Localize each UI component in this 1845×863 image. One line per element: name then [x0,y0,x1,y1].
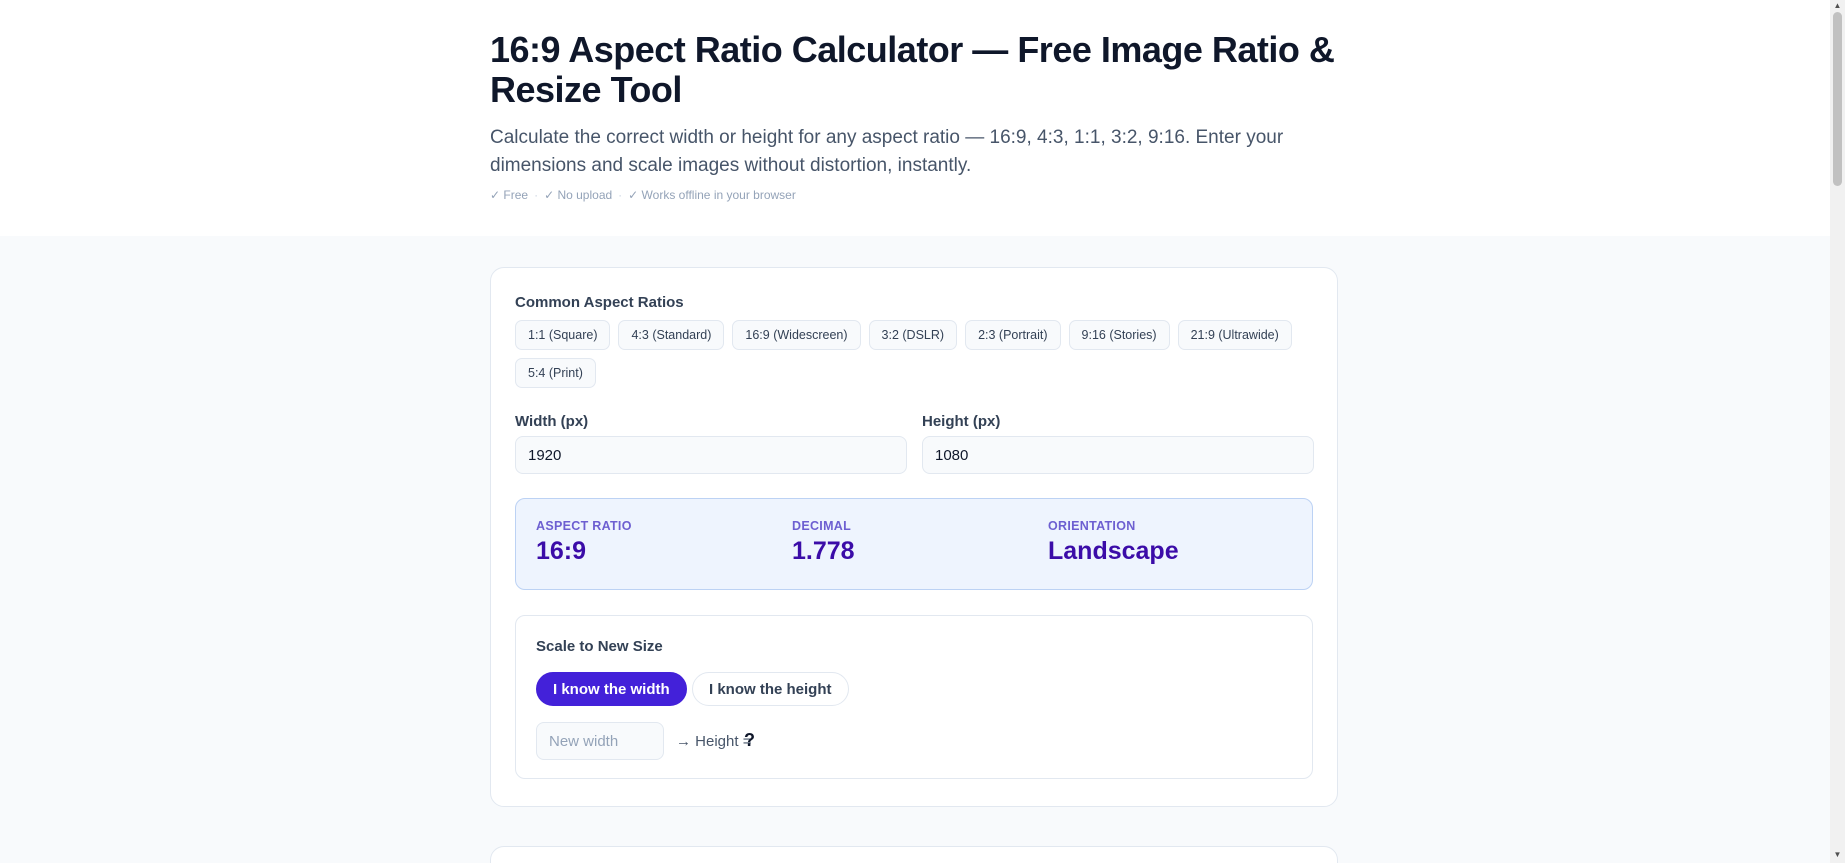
know-width-toggle[interactable]: I know the width [536,672,687,706]
scroll-up-icon[interactable]: ▲ [1833,2,1842,10]
height-result-label: → Height = [676,733,752,750]
height-label: Height (px) [922,413,1001,430]
hero-content: 16:9 Aspect Ratio Calculator — Free Imag… [490,29,1350,203]
ratio-button-3-2[interactable]: 3:2 (DSLR) [868,320,958,350]
badge-separator: · [534,188,539,202]
badge-free: ✓ Free [490,188,529,202]
decimal-value: 1.778 [792,537,855,565]
ratio-button-9-16[interactable]: 9:16 (Stories) [1068,320,1170,350]
height-input[interactable] [922,436,1314,474]
ratio-button-16-9[interactable]: 16:9 (Widescreen) [732,320,861,350]
page-subtitle: Calculate the correct width or height fo… [490,127,1284,176]
width-input[interactable] [515,436,907,474]
scroll-down-icon[interactable]: ▼ [1833,851,1842,859]
orientation-result: ORIENTATION Landscape [1048,519,1179,566]
know-height-toggle[interactable]: I know the height [692,672,849,706]
calculator-card: Common Aspect Ratios 1:1 (Square) 4:3 (S… [490,267,1338,807]
orientation-label: ORIENTATION [1048,519,1136,533]
aspect-ratio-label: ASPECT RATIO [536,519,632,533]
width-label: Width (px) [515,413,589,430]
ratio-button-4-3[interactable]: 4:3 (Standard) [618,320,725,350]
ratio-button-2-3[interactable]: 2:3 (Portrait) [965,320,1061,350]
decimal-result: DECIMAL 1.778 [792,519,855,566]
badge-separator: · [618,188,623,202]
aspect-ratio-result: ASPECT RATIO 16:9 [536,519,632,566]
ratio-button-21-9[interactable]: 21:9 (Ultrawide) [1177,320,1292,350]
height-result-value: ? [744,730,755,750]
orientation-value: Landscape [1048,537,1179,565]
page-title: 16:9 Aspect Ratio Calculator — Free Imag… [490,29,1335,110]
decimal-label: DECIMAL [792,519,852,533]
scale-panel: Scale to New Size I know the width I kno… [515,615,1313,779]
badge-offline: ✓ Works offline in your browser [628,188,796,202]
ratio-result-panel: ASPECT RATIO 16:9 DECIMAL 1.778 ORIENTAT… [515,498,1313,590]
feature-badges: ✓ Free · ✓ No upload · ✓ Works offline i… [490,188,1350,202]
ratio-button-1-1[interactable]: 1:1 (Square) [515,320,611,350]
scale-title: Scale to New Size [536,638,663,655]
page-scrollbar[interactable]: ▲ ▼ [1830,0,1845,863]
badge-no-upload: ✓ No upload [544,188,613,202]
next-section-card [490,846,1338,863]
aspect-ratio-value: 16:9 [536,537,587,565]
new-width-input[interactable] [536,722,664,760]
hero-section: 16:9 Aspect Ratio Calculator — Free Imag… [0,0,1845,236]
scrollbar-thumb[interactable] [1833,12,1842,186]
ratios-label: Common Aspect Ratios [515,294,684,311]
ratio-button-5-4[interactable]: 5:4 (Print) [515,358,596,388]
ratio-presets: 1:1 (Square) 4:3 (Standard) 16:9 (Widesc… [515,320,1315,388]
